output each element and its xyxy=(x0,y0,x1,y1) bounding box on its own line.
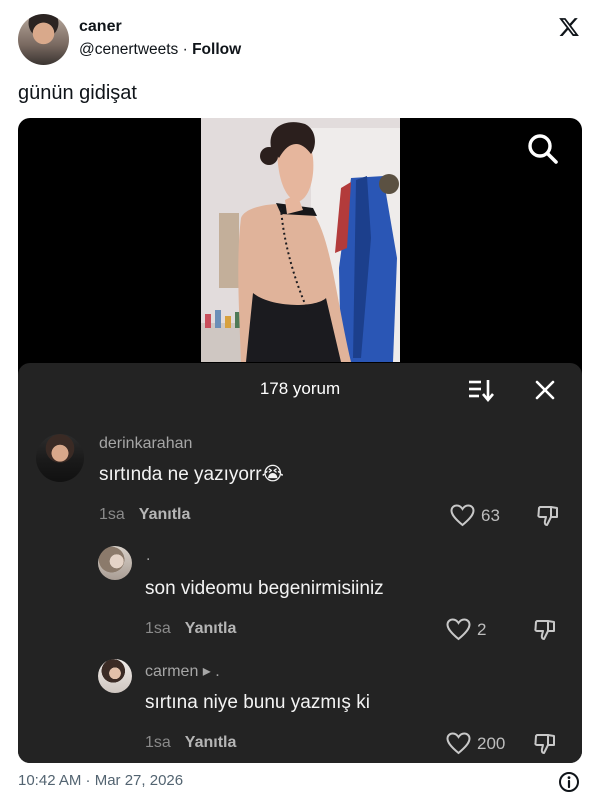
reply-button[interactable]: Yanıtla xyxy=(185,734,237,751)
dislike-button[interactable] xyxy=(533,732,557,756)
like-count: 2 xyxy=(477,619,487,639)
comment-time: 1sa xyxy=(145,620,171,637)
comment-time: 1sa xyxy=(99,506,125,523)
info-icon[interactable] xyxy=(558,771,580,793)
tweet-header: caner @cenertweets · Follow xyxy=(18,14,582,66)
dislike-button[interactable] xyxy=(533,618,557,642)
like-button[interactable]: 200 xyxy=(446,732,505,755)
reply-button[interactable]: Yanıtla xyxy=(139,506,191,523)
comment-text: sırtına niye bunu yazmış ki xyxy=(145,692,370,713)
comment-username[interactable]: carmen ▸ . xyxy=(145,661,220,681)
like-button[interactable]: 63 xyxy=(450,504,500,527)
tweet-timestamp[interactable]: 10:42 AM · Mar 27, 2026 xyxy=(18,772,183,789)
like-count: 200 xyxy=(477,733,506,753)
comment-avatar[interactable] xyxy=(36,434,84,482)
follow-button[interactable]: Follow xyxy=(192,41,241,58)
comment-meta: 1sa Yanıtla xyxy=(99,506,190,524)
comment-avatar[interactable] xyxy=(98,659,132,693)
comment-text: sırtında ne yazıyorr😭 xyxy=(99,464,284,485)
reply-button[interactable]: Yanıtla xyxy=(185,620,237,637)
close-icon[interactable] xyxy=(534,379,556,401)
x-logo-icon[interactable] xyxy=(558,16,580,38)
comment-avatar[interactable] xyxy=(98,546,132,580)
thumbs-down-icon xyxy=(534,620,555,640)
author-name[interactable]: caner xyxy=(79,18,122,36)
tweet-text: günün gidişat xyxy=(18,82,137,104)
heart-icon xyxy=(450,504,475,527)
sort-icon[interactable] xyxy=(467,377,495,403)
comment-meta: 1sa Yanıtla xyxy=(145,734,236,752)
video-frame[interactable] xyxy=(201,118,400,362)
comment-meta: 1sa Yanıtla xyxy=(145,620,236,638)
separator: · xyxy=(178,41,193,58)
author-handle-line: @cenertweets · Follow xyxy=(79,41,241,59)
thumbs-down-icon xyxy=(534,734,555,754)
comments-panel: 178 yorum derinkarahan sırtında ne yazıy… xyxy=(18,363,582,763)
tweet-media[interactable]: 178 yorum derinkarahan sırtında ne yazıy… xyxy=(18,118,582,763)
video-image xyxy=(201,118,400,362)
heart-icon xyxy=(446,732,471,755)
comment-username[interactable]: derinkarahan xyxy=(99,435,192,453)
comments-count-title: 178 yorum xyxy=(259,379,341,398)
like-button[interactable]: 2 xyxy=(446,618,486,641)
search-icon[interactable] xyxy=(526,132,560,166)
thumbs-down-icon xyxy=(537,506,558,526)
like-count: 63 xyxy=(481,505,500,525)
heart-icon xyxy=(446,618,471,641)
comment-time: 1sa xyxy=(145,734,171,751)
author-avatar[interactable] xyxy=(18,14,69,65)
dislike-button[interactable] xyxy=(536,504,560,528)
comment-text: son videomu begenirmisiiniz xyxy=(145,578,384,599)
author-handle[interactable]: @cenertweets xyxy=(79,41,178,58)
comment-username[interactable]: . xyxy=(146,547,150,565)
